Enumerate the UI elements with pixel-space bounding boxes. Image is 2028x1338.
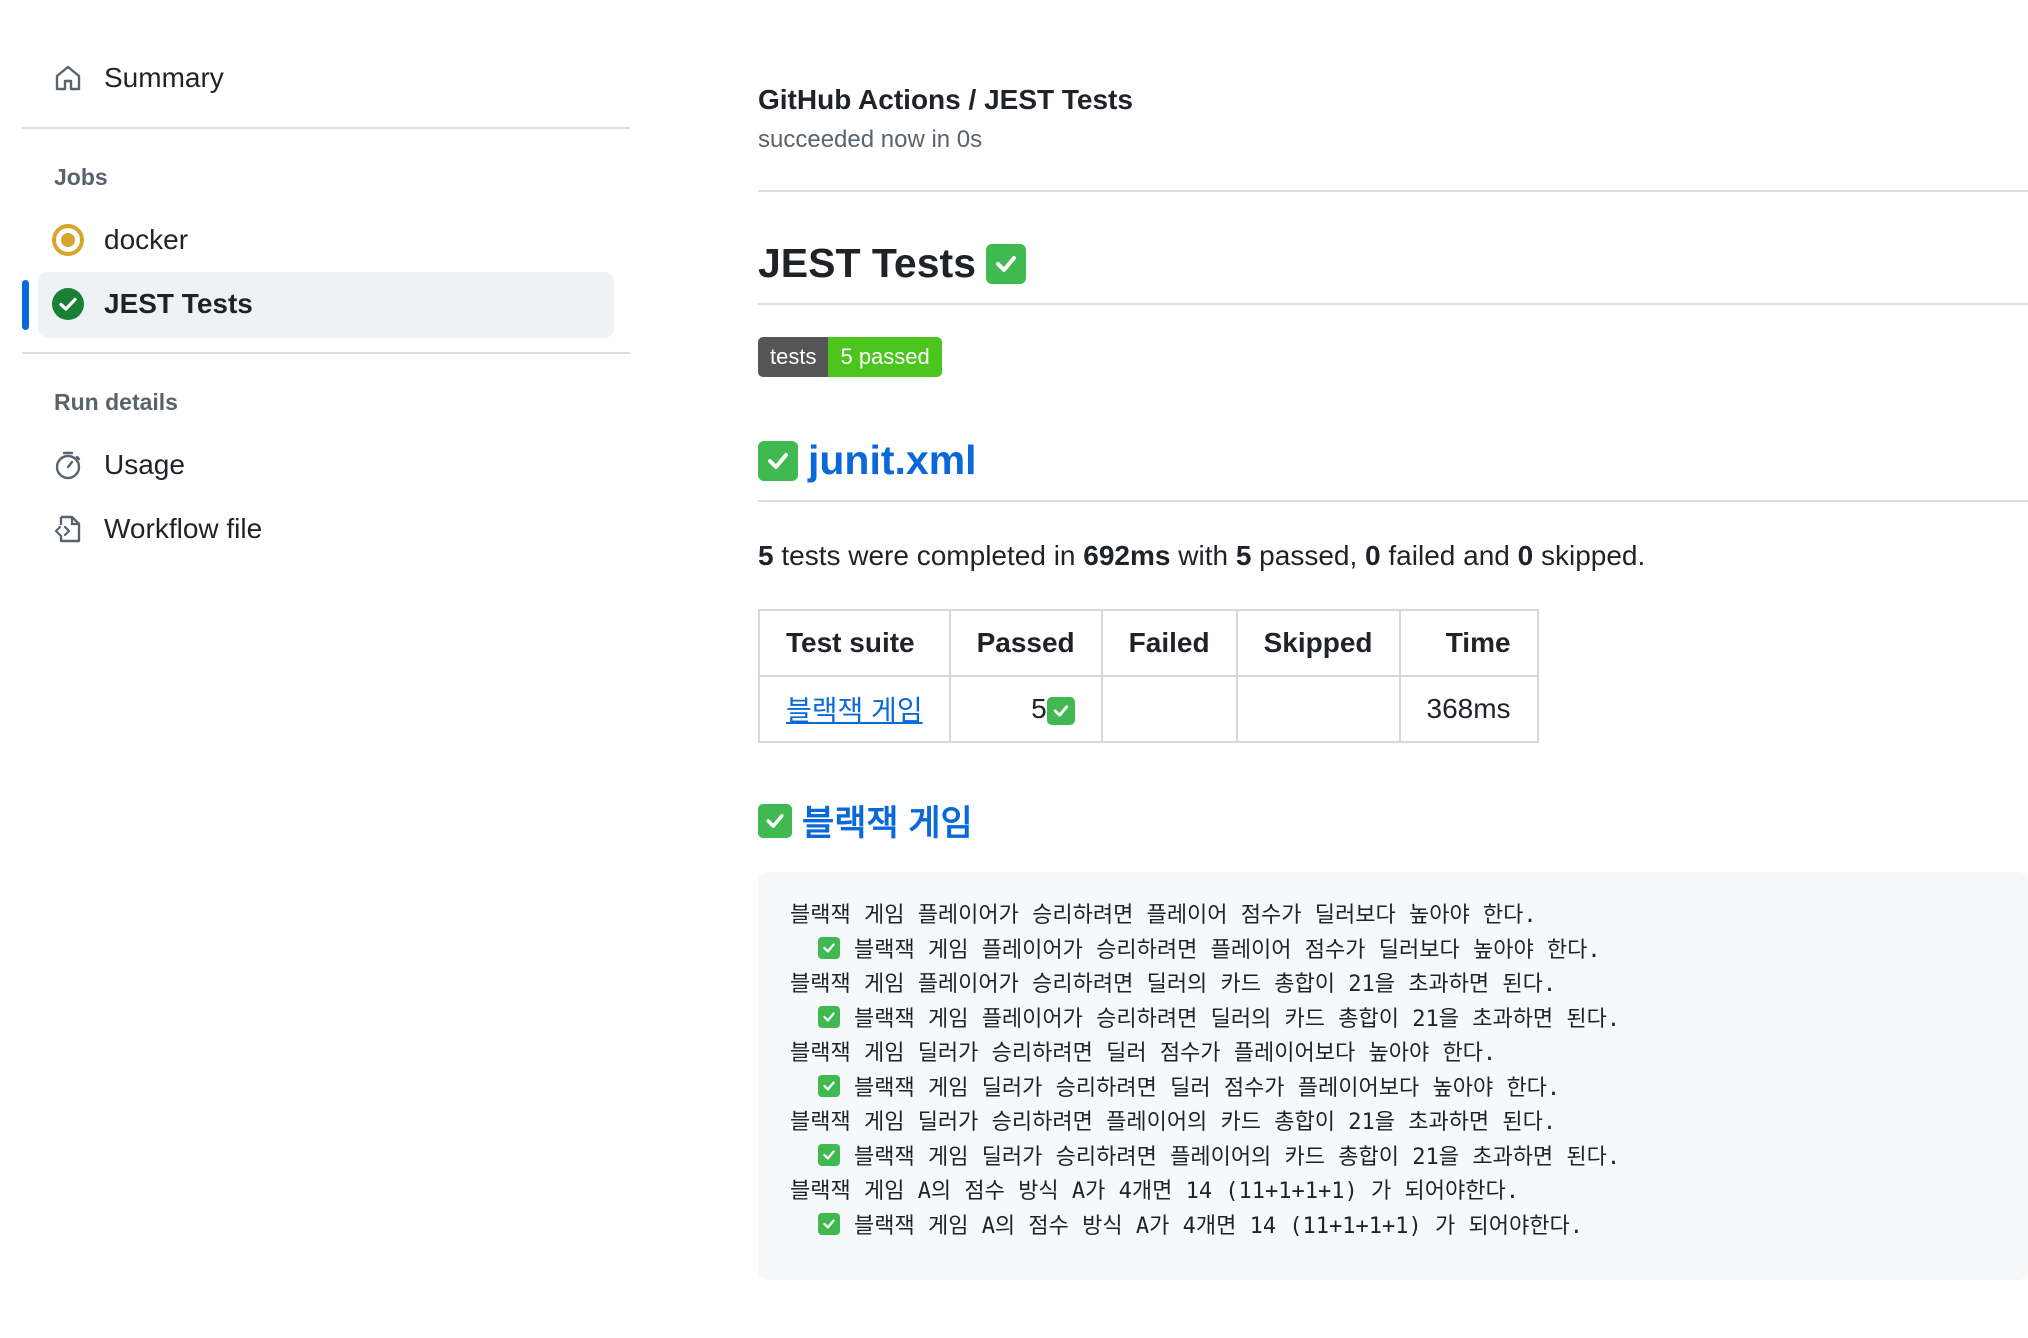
test-case-text: 블랙잭 게임 플레이어가 승리하려면 플레이어 점수가 딜러보다 높아야 한다. <box>854 938 1601 963</box>
summary-time: 692ms <box>1083 540 1171 571</box>
divider <box>22 127 630 129</box>
file-link[interactable]: junit.xml <box>808 437 977 484</box>
report-title-text: JEST Tests <box>758 240 976 286</box>
suite-heading[interactable]: 블랙잭 게임 <box>758 795 973 846</box>
passed-cell: 5 <box>948 675 1103 743</box>
column-header: Passed <box>948 609 1103 677</box>
sidebar-item-usage[interactable]: Usage <box>50 447 185 483</box>
badge-value: 5 passed <box>828 337 942 377</box>
report-title: JEST Tests <box>758 240 1026 287</box>
results-table: Test suite Passed Failed Skipped Time 블랙… <box>758 609 1539 743</box>
table-header-row: Test suite Passed Failed Skipped Time <box>758 609 1539 677</box>
sidebar-item-label: Workflow file <box>104 513 263 544</box>
time-cell: 368ms <box>1398 675 1539 743</box>
column-header: Failed <box>1100 609 1238 677</box>
skipped-cell <box>1235 675 1401 743</box>
column-header: Time <box>1398 609 1539 677</box>
suite-line: 블랙잭 게임 딜러가 승리하려면 딜러 점수가 플레이어보다 높아야 한다. <box>790 1041 1497 1066</box>
divider <box>22 352 630 354</box>
check-mark-icon <box>818 1075 840 1097</box>
test-case-text: 블랙잭 게임 플레이어가 승리하려면 딜러의 카드 총합이 21을 초과하면 된… <box>854 1007 1621 1032</box>
summary-passed: 5 <box>1235 540 1252 571</box>
main-content: GitHub Actions / JEST Tests succeeded no… <box>758 0 2028 1338</box>
table-row: 블랙잭 게임 5 368ms <box>758 675 1539 743</box>
test-case-text: 블랙잭 게임 A의 점수 방식 A가 4개면 14 (11+1+1+1) 가 되… <box>854 1214 1583 1239</box>
check-circle-icon <box>50 286 86 322</box>
suite-line: 블랙잭 게임 플레이어가 승리하려면 플레이어 점수가 딜러보다 높아야 한다. <box>790 903 1537 928</box>
test-case-line: 블랙잭 게임 A의 점수 방식 A가 4개면 14 (11+1+1+1) 가 되… <box>818 1207 1583 1241</box>
check-mark-icon <box>986 243 1026 284</box>
summary-count: 5 <box>758 540 774 571</box>
failed-cell <box>1100 675 1238 743</box>
sidebar-item-docker[interactable]: docker <box>50 222 188 258</box>
result-summary: 5 tests were completed in 692ms with 5 p… <box>758 540 1645 572</box>
summary-text: with <box>1170 540 1236 571</box>
test-case-line: 블랙잭 게임 딜러가 승리하려면 딜러 점수가 플레이어보다 높아야 한다. <box>818 1069 1560 1103</box>
suite-heading-text: 블랙잭 게임 <box>802 804 973 843</box>
summary-text: skipped. <box>1533 540 1646 571</box>
suite-line: 블랙잭 게임 A의 점수 방식 A가 4개면 14 (11+1+1+1) 가 되… <box>790 1179 1519 1204</box>
sidebar-item-label: JEST Tests <box>104 288 253 319</box>
check-mark-icon <box>1046 696 1075 725</box>
column-header: Test suite <box>758 609 951 677</box>
sidebar-item-jest-tests[interactable]: JEST Tests <box>50 286 253 322</box>
check-mark-icon <box>818 1006 840 1028</box>
sidebar-item-workflow-file[interactable]: Workflow file <box>50 511 262 547</box>
tests-badge: tests 5 passed <box>758 337 942 377</box>
suite-line: 블랙잭 게임 딜러가 승리하려면 플레이어의 카드 총합이 21을 초과하면 된… <box>790 1110 1557 1135</box>
home-icon <box>50 60 86 96</box>
summary-text: passed, <box>1251 540 1366 571</box>
summary-skipped: 0 <box>1517 540 1534 571</box>
test-case-line: 블랙잭 게임 플레이어가 승리하려면 플레이어 점수가 딜러보다 높아야 한다. <box>818 931 1601 965</box>
sidebar-item-label: Summary <box>104 62 224 93</box>
summary-text: failed and <box>1380 540 1518 571</box>
in-progress-icon <box>50 222 86 258</box>
summary-failed: 0 <box>1365 540 1381 571</box>
sidebar-item-label: docker <box>104 224 189 255</box>
badge-label: tests <box>758 337 829 377</box>
check-mark-icon <box>818 937 840 959</box>
check-mark-icon <box>818 1144 840 1166</box>
check-mark-icon <box>758 803 792 838</box>
jobs-heading: Jobs <box>54 164 108 190</box>
suite-line: 블랙잭 게임 플레이어가 승리하려면 딜러의 카드 총합이 21을 초과하면 된… <box>790 972 1557 997</box>
run-status: succeeded now in 0s <box>758 126 983 153</box>
test-case-text: 블랙잭 게임 딜러가 승리하려면 플레이어의 카드 총합이 21을 초과하면 된… <box>854 1145 1621 1170</box>
run-title: GitHub Actions / JEST Tests <box>758 84 1133 115</box>
file-heading: junit.xml <box>758 437 977 484</box>
run-details-heading: Run details <box>54 389 178 415</box>
stopwatch-icon <box>50 447 86 483</box>
check-mark-icon <box>758 440 798 481</box>
file-code-icon <box>50 511 86 547</box>
active-job-marker <box>22 280 29 330</box>
divider <box>758 303 2028 305</box>
suite-link[interactable]: 블랙잭 게임 <box>786 695 923 726</box>
passed-count: 5 <box>1031 693 1047 724</box>
test-results-code-block: 블랙잭 게임 플레이어가 승리하려면 플레이어 점수가 딜러보다 높아야 한다.… <box>758 872 2028 1280</box>
test-case-line: 블랙잭 게임 플레이어가 승리하려면 딜러의 카드 총합이 21을 초과하면 된… <box>818 1000 1620 1034</box>
column-header: Skipped <box>1235 609 1401 677</box>
sidebar-item-summary[interactable]: Summary <box>50 60 224 96</box>
divider <box>758 500 2028 502</box>
sidebar-item-label: Usage <box>104 449 185 480</box>
suite-cell: 블랙잭 게임 <box>758 675 951 743</box>
test-case-line: 블랙잭 게임 딜러가 승리하려면 플레이어의 카드 총합이 21을 초과하면 된… <box>818 1138 1620 1172</box>
test-case-text: 블랙잭 게임 딜러가 승리하려면 딜러 점수가 플레이어보다 높아야 한다. <box>854 1076 1561 1101</box>
sidebar: Summary Jobs docker JEST Tests Run detai… <box>0 0 640 1338</box>
check-mark-icon <box>818 1213 840 1235</box>
divider <box>758 190 2028 192</box>
summary-text: tests were completed in <box>773 540 1084 571</box>
